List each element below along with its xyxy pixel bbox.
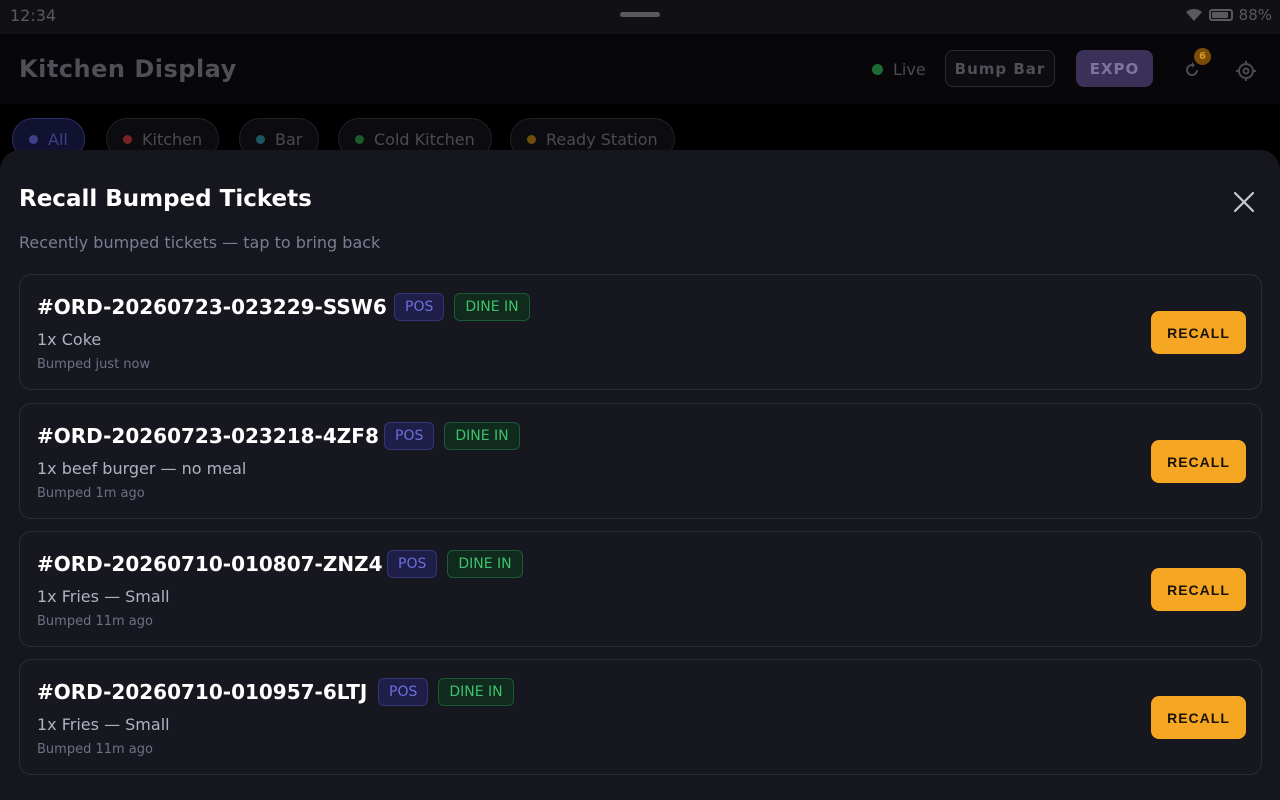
recall-button[interactable]: RECALL xyxy=(1151,696,1246,739)
recall-modal: Recall Bumped Tickets Recently bumped ti… xyxy=(0,150,1280,800)
ticket-card: #ORD-20260710-010807-ZNZ4 POS DINE IN 1x… xyxy=(19,531,1262,647)
order-type-badge: DINE IN xyxy=(444,422,520,450)
ticket-item: 1x Fries — Small xyxy=(37,715,170,734)
ticket-bumped-time: Bumped just now xyxy=(37,357,151,372)
ticket-item: 1x Coke xyxy=(37,330,102,349)
close-icon[interactable] xyxy=(1230,188,1258,216)
app-title: Kitchen Display xyxy=(19,55,237,83)
ticket-tags: POS DINE IN xyxy=(384,422,520,450)
filter-dot-icon xyxy=(355,134,364,144)
live-indicator: Live xyxy=(872,60,926,79)
battery-icon xyxy=(1208,9,1233,21)
ticket-bumped-time: Bumped 11m ago xyxy=(37,614,153,629)
app-header: Kitchen Display Live Bump Bar EXPO 6 xyxy=(0,34,1280,104)
filter-dot-icon xyxy=(527,134,536,144)
ticket-id: #ORD-20260710-010807-ZNZ4 xyxy=(37,552,383,576)
filter-label: Ready Station xyxy=(546,129,658,149)
ticket-tags: POS DINE IN xyxy=(394,293,530,321)
wifi-icon xyxy=(1185,8,1203,22)
ticket-tags: POS DINE IN xyxy=(387,550,523,578)
status-time: 12:34 xyxy=(10,6,57,25)
filter-label: Kitchen xyxy=(142,129,203,149)
ticket-bumped-time: Bumped 1m ago xyxy=(37,486,145,501)
expo-button[interactable]: EXPO xyxy=(1076,50,1153,87)
filter-label: Cold Kitchen xyxy=(374,129,475,149)
recall-count-badge: 6 xyxy=(1194,48,1211,65)
status-bar: 12:34 88% xyxy=(0,0,1280,34)
recall-button[interactable]: RECALL xyxy=(1151,440,1246,483)
gear-icon[interactable] xyxy=(1235,60,1257,82)
status-right: 88% xyxy=(1185,6,1272,24)
source-badge: POS xyxy=(378,678,429,706)
filter-dot-icon xyxy=(123,134,132,144)
ticket-card: #ORD-20260723-023218-4ZF8 POS DINE IN 1x… xyxy=(19,403,1262,519)
source-badge: POS xyxy=(387,550,438,578)
ticket-bumped-time: Bumped 11m ago xyxy=(37,742,153,757)
order-type-badge: DINE IN xyxy=(447,550,523,578)
recall-button[interactable]: RECALL xyxy=(1151,568,1246,611)
source-badge: POS xyxy=(384,422,435,450)
live-dot-icon xyxy=(872,64,883,75)
ticket-card: #ORD-20260723-023229-SSW6 POS DINE IN 1x… xyxy=(19,274,1262,390)
battery-level: 88% xyxy=(1238,6,1272,24)
bump-bar-button[interactable]: Bump Bar xyxy=(945,50,1055,87)
ticket-card: #ORD-20260710-010957-6LTJ POS DINE IN 1x… xyxy=(19,659,1262,775)
source-badge: POS xyxy=(394,293,445,321)
recall-button[interactable]: RECALL xyxy=(1151,311,1246,354)
order-type-badge: DINE IN xyxy=(454,293,530,321)
ticket-tags: POS DINE IN xyxy=(378,678,514,706)
filter-label: All xyxy=(48,129,68,149)
filter-dot-icon xyxy=(29,134,38,144)
order-type-badge: DINE IN xyxy=(438,678,514,706)
ticket-id: #ORD-20260710-010957-6LTJ xyxy=(37,680,368,704)
modal-subtitle: Recently bumped tickets — tap to bring b… xyxy=(19,233,381,252)
ticket-item: 1x beef burger — no meal xyxy=(37,459,247,478)
filter-label: Bar xyxy=(275,129,303,149)
drag-handle[interactable] xyxy=(620,12,660,17)
modal-title: Recall Bumped Tickets xyxy=(19,186,312,212)
ticket-id: #ORD-20260723-023229-SSW6 xyxy=(37,295,387,319)
filter-dot-icon xyxy=(256,134,265,144)
live-label: Live xyxy=(893,60,926,79)
ticket-id: #ORD-20260723-023218-4ZF8 xyxy=(37,424,379,448)
ticket-item: 1x Fries — Small xyxy=(37,587,170,606)
